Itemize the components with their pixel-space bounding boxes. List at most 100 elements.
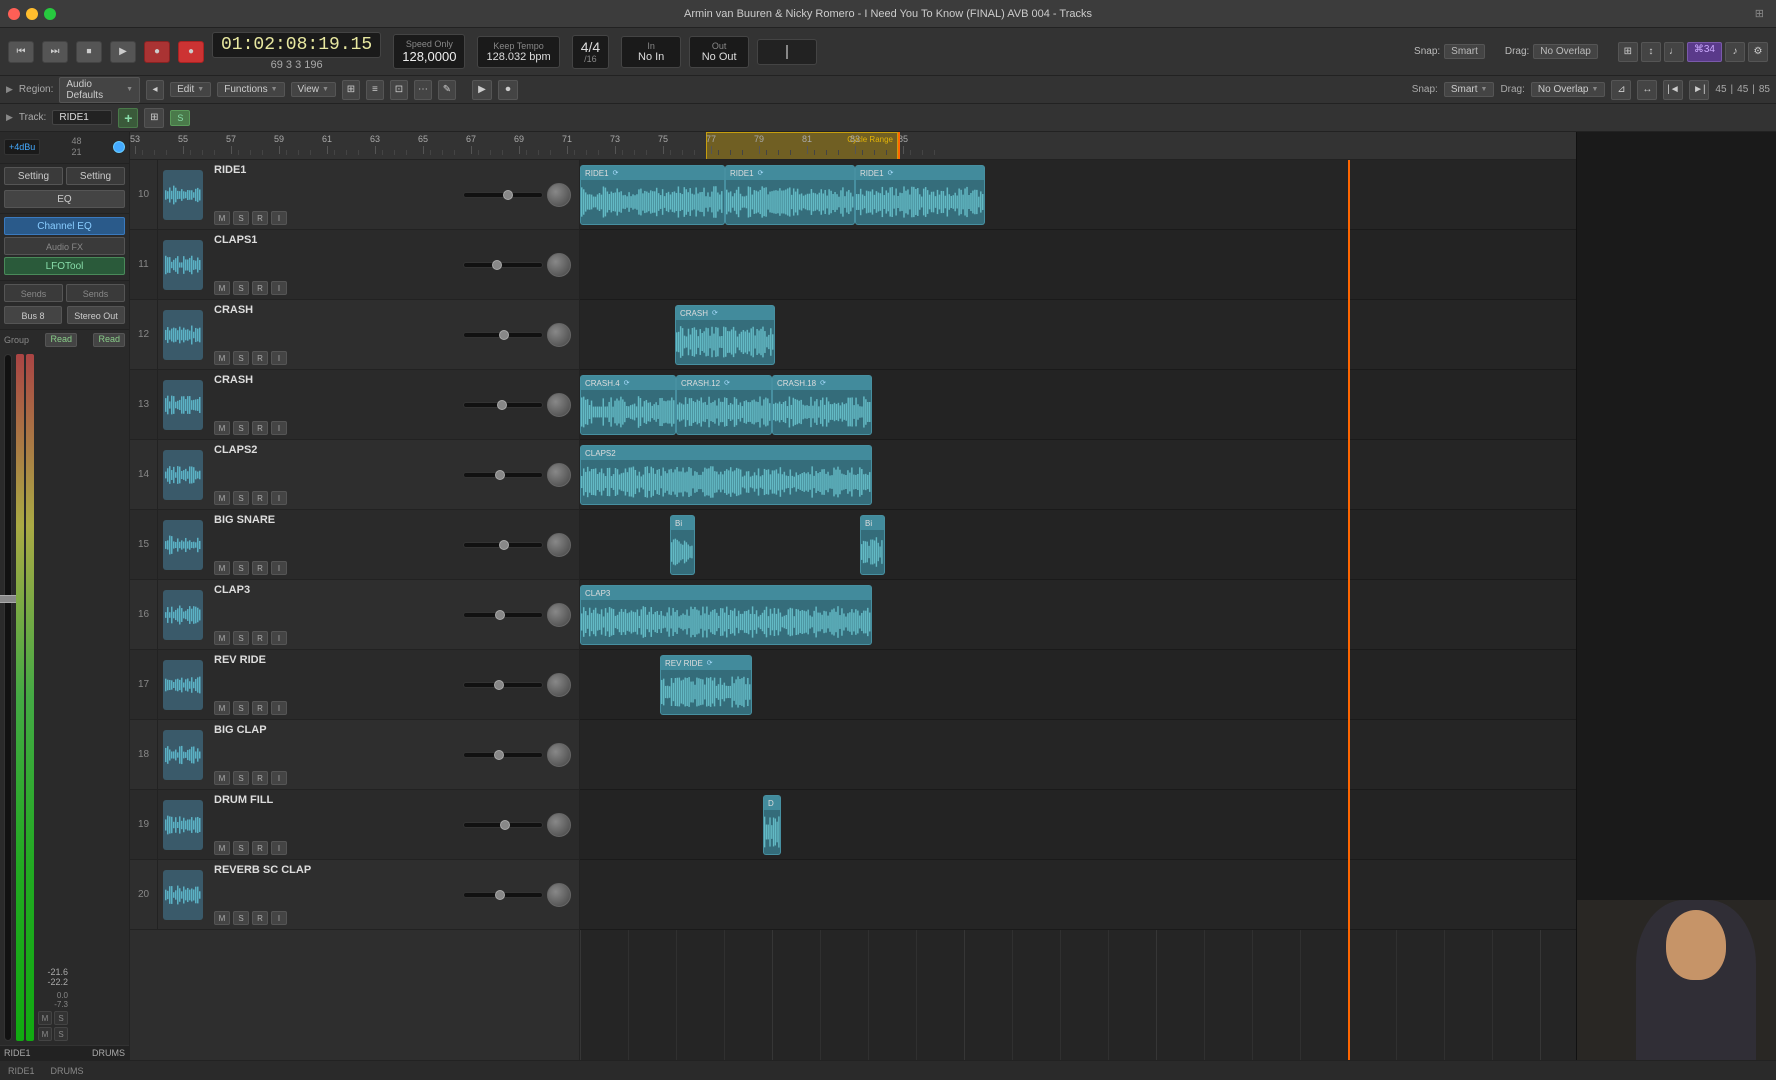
- clip-12-0[interactable]: CRASH ⟳: [675, 305, 775, 365]
- track-fader-16[interactable]: [463, 612, 543, 618]
- setting2-btn[interactable]: Setting: [66, 167, 125, 185]
- track-ctrl-m-10[interactable]: M: [214, 211, 230, 225]
- edit-tools-btn[interactable]: ✎: [438, 80, 456, 100]
- track-ctrl-m-15[interactable]: M: [214, 561, 230, 575]
- mute-bottom-btn2[interactable]: M: [38, 1027, 52, 1041]
- track-fader-thumb-13[interactable]: [497, 400, 507, 410]
- audio-fx-btn[interactable]: Audio FX: [4, 237, 125, 255]
- track-name-field[interactable]: RIDE1: [52, 110, 112, 125]
- piano-btn[interactable]: ⊡: [390, 80, 408, 100]
- fader-track[interactable]: [4, 354, 12, 1041]
- track-ctrl-i-18[interactable]: I: [271, 771, 287, 785]
- track-ctrl-i-10[interactable]: I: [271, 211, 287, 225]
- snap-dropdown[interactable]: Smart ▼: [1444, 82, 1495, 97]
- track-vol-knob-14[interactable]: [547, 463, 571, 487]
- stereo-out-btn[interactable]: Stereo Out: [67, 306, 125, 324]
- track-vol-knob-18[interactable]: [547, 743, 571, 767]
- sends2-btn[interactable]: Sends: [66, 284, 125, 302]
- track-ctrl-s-13[interactable]: S: [233, 421, 249, 435]
- track-fader-12[interactable]: [463, 332, 543, 338]
- zoom-out-btn[interactable]: |◄: [1663, 80, 1683, 100]
- stop-button[interactable]: ⏹: [76, 41, 102, 63]
- track-fader-20[interactable]: [463, 892, 543, 898]
- zoom-button[interactable]: [44, 8, 56, 20]
- ruler-btn[interactable]: ►|: [1689, 80, 1709, 100]
- track-ctrl-m-14[interactable]: M: [214, 491, 230, 505]
- track-ctrl-s-16[interactable]: S: [233, 631, 249, 645]
- fast-forward-button[interactable]: ⏭: [42, 41, 68, 63]
- track-fader-thumb-10[interactable]: [503, 190, 513, 200]
- track-ctrl-s-17[interactable]: S: [233, 701, 249, 715]
- setting1-btn[interactable]: Setting: [4, 167, 63, 185]
- track-ctrl-i-12[interactable]: I: [271, 351, 287, 365]
- settings-btn[interactable]: ⚙: [1748, 42, 1768, 62]
- bus-out-btn[interactable]: Bus 8: [4, 306, 62, 324]
- track-ctrl-r-13[interactable]: R: [252, 421, 268, 435]
- track-fader-thumb-17[interactable]: [494, 680, 504, 690]
- solo-btn[interactable]: ↕: [1641, 42, 1661, 62]
- track-vol-knob-13[interactable]: [547, 393, 571, 417]
- record2-button[interactable]: ●: [178, 41, 204, 63]
- track-ctrl-i-19[interactable]: I: [271, 841, 287, 855]
- track-ctrl-m-12[interactable]: M: [214, 351, 230, 365]
- track-ctrl-m-16[interactable]: M: [214, 631, 230, 645]
- track-ctrl-i-20[interactable]: I: [271, 911, 287, 925]
- clip-17-0[interactable]: REV RIDE ⟳: [660, 655, 752, 715]
- view-dropdown[interactable]: View ▼: [291, 82, 336, 97]
- clip-10-1[interactable]: RIDE1 ⟳: [725, 165, 855, 225]
- track-ctrl-r-10[interactable]: R: [252, 211, 268, 225]
- solo-s-btn[interactable]: S: [170, 110, 190, 126]
- track-fader-18[interactable]: [463, 752, 543, 758]
- track-fader-13[interactable]: [463, 402, 543, 408]
- track-ctrl-m-20[interactable]: M: [214, 911, 230, 925]
- merge-btn[interactable]: ⊞: [1618, 42, 1638, 62]
- clip-16-0[interactable]: CLAP3: [580, 585, 872, 645]
- track-fader-thumb-16[interactable]: [495, 610, 505, 620]
- track-ctrl-r-14[interactable]: R: [252, 491, 268, 505]
- region-dropdown[interactable]: Audio Defaults ▼: [59, 77, 140, 103]
- more-btn[interactable]: ⋯: [414, 80, 432, 100]
- minimize-button[interactable]: [26, 8, 38, 20]
- eq-btn[interactable]: EQ: [4, 190, 125, 208]
- track-fader-thumb-15[interactable]: [499, 540, 509, 550]
- clip-19-0[interactable]: D: [763, 795, 781, 855]
- clip-15-0[interactable]: Bi: [670, 515, 695, 575]
- clip-10-2[interactable]: RIDE1 ⟳: [855, 165, 985, 225]
- gain-knob[interactable]: [113, 141, 125, 153]
- track-fader-19[interactable]: [463, 822, 543, 828]
- track-fader-17[interactable]: [463, 682, 543, 688]
- track-ctrl-m-11[interactable]: M: [214, 281, 230, 295]
- record-cursor-btn[interactable]: ⏺: [498, 80, 518, 100]
- track-ctrl-r-15[interactable]: R: [252, 561, 268, 575]
- track-vol-knob-16[interactable]: [547, 603, 571, 627]
- solo-bottom-btn2[interactable]: S: [54, 1027, 68, 1041]
- zoom-in-btn[interactable]: ↔: [1637, 80, 1657, 100]
- track-ctrl-m-17[interactable]: M: [214, 701, 230, 715]
- track-ctrl-s-15[interactable]: S: [233, 561, 249, 575]
- mute-bottom-btn[interactable]: M: [38, 1011, 52, 1025]
- track-ctrl-i-14[interactable]: I: [271, 491, 287, 505]
- record-button[interactable]: ●: [144, 41, 170, 63]
- track-ctrl-i-15[interactable]: I: [271, 561, 287, 575]
- track-fader-thumb-12[interactable]: [499, 330, 509, 340]
- clip-14-0[interactable]: CLAPS2: [580, 445, 872, 505]
- track-ctrl-r-20[interactable]: R: [252, 911, 268, 925]
- track-ctrl-r-19[interactable]: R: [252, 841, 268, 855]
- solo-bottom-btn[interactable]: S: [54, 1011, 68, 1025]
- functions-dropdown[interactable]: Functions ▼: [217, 82, 284, 97]
- track-ctrl-r-18[interactable]: R: [252, 771, 268, 785]
- track-vol-knob-10[interactable]: [547, 183, 571, 207]
- track-fader-thumb-11[interactable]: [492, 260, 502, 270]
- track-icon-btn[interactable]: ⊞: [144, 108, 164, 128]
- track-ctrl-s-11[interactable]: S: [233, 281, 249, 295]
- clip-13-1[interactable]: CRASH.12 ⟳: [676, 375, 772, 435]
- track-fader-10[interactable]: [463, 192, 543, 198]
- clip-10-0[interactable]: RIDE1 ⟳: [580, 165, 725, 225]
- track-fader-thumb-18[interactable]: [494, 750, 504, 760]
- track-fader-thumb-19[interactable]: [500, 820, 510, 830]
- track-ctrl-s-18[interactable]: S: [233, 771, 249, 785]
- align-btn[interactable]: ⊿: [1611, 80, 1631, 100]
- play-button[interactable]: ▶: [110, 41, 136, 63]
- track-ctrl-r-11[interactable]: R: [252, 281, 268, 295]
- track-ctrl-m-13[interactable]: M: [214, 421, 230, 435]
